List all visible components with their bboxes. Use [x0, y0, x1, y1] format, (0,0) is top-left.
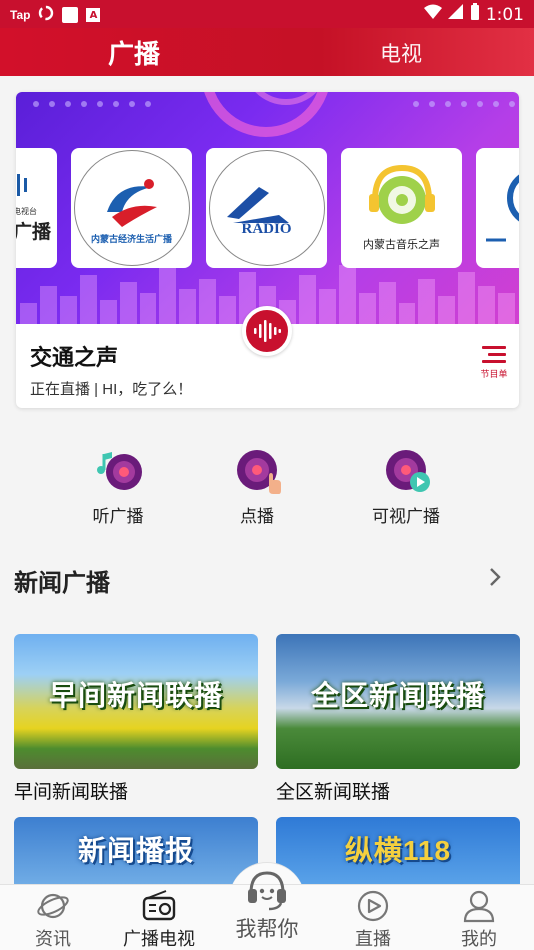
- play-circle-icon: [356, 889, 390, 923]
- nav-item-me[interactable]: 我的: [434, 885, 524, 950]
- quick-action-label: 听广播: [92, 507, 144, 526]
- program-card-region-news[interactable]: 全区新闻联播 全区新闻联播: [276, 634, 520, 804]
- station-logo-mark: [16, 174, 27, 196]
- nav-label: 资讯: [35, 929, 71, 949]
- top-tab-bar: 广播 电视: [0, 28, 534, 76]
- program-thumbnail: 早间新闻联播: [14, 634, 258, 769]
- nav-label: 我的: [461, 929, 497, 949]
- schedule-list-icon: [482, 346, 506, 363]
- section-title-news-radio: 新闻广播: [14, 570, 110, 597]
- nav-label: 广播电视: [123, 929, 195, 949]
- disc-play-icon: [384, 448, 430, 492]
- station-card-radio[interactable]: RADIO: [206, 148, 327, 268]
- program-title: 全区新闻联播: [276, 782, 391, 803]
- chevron-right-icon[interactable]: [488, 566, 502, 594]
- notification-badge-icon: A: [86, 8, 101, 22]
- program-thumbnail-title: 早间新闻联播: [48, 680, 223, 711]
- partial-card-line2: 广播: [16, 221, 51, 243]
- tab-radio[interactable]: 广播: [108, 34, 160, 71]
- music-station-logo: [368, 164, 435, 224]
- station-card-partial-right[interactable]: [476, 148, 519, 268]
- clock-time: 1:01: [485, 4, 524, 25]
- schedule-button[interactable]: 节目单: [478, 346, 510, 380]
- nav-item-live[interactable]: 直播: [328, 885, 418, 950]
- partial-card-line1: 电视台: [16, 207, 37, 216]
- nav-item-radio-tv[interactable]: 广播电视: [114, 885, 204, 950]
- program-thumbnail-title: 全区新闻联播: [310, 680, 485, 711]
- headset-icon: [245, 867, 289, 911]
- program-thumbnail: 全区新闻联播: [276, 634, 520, 769]
- signal-icon: [447, 4, 464, 25]
- program-card-morning-news[interactable]: 早间新闻联播 早间新闻联播: [14, 634, 258, 804]
- quick-action-label: 可视广播: [372, 507, 440, 526]
- schedule-label: 节目单: [480, 370, 508, 380]
- quick-action-on-demand[interactable]: 点播: [207, 448, 307, 527]
- nav-item-news[interactable]: 资讯: [8, 885, 98, 950]
- station-card-caption-radio: RADIO: [241, 220, 292, 237]
- status-bar: Tap A 1:01: [0, 0, 534, 28]
- nav-label: 我帮你: [235, 918, 299, 941]
- planet-icon: [36, 889, 70, 923]
- audio-wave-icon: [254, 320, 281, 342]
- station-card-partial-left[interactable]: 电视台 广播: [16, 148, 57, 268]
- program-thumbnail-title: 纵横118: [344, 835, 452, 866]
- nav-label: 直播: [355, 929, 391, 949]
- station-card-music[interactable]: 内蒙古音乐之声: [341, 148, 462, 268]
- economy-station-logo: [106, 178, 157, 227]
- disc-tap-icon: [235, 448, 281, 494]
- quick-action-visual-radio[interactable]: 可视广播: [356, 448, 456, 527]
- music-note-disc-icon: [96, 448, 142, 492]
- banner-background: 电视台 广播 内蒙古经济生活广播 RADIO 内蒙古音乐之声: [16, 92, 519, 324]
- now-playing-text: 正在直播 | HI，吃了么！: [30, 381, 193, 398]
- sync-icon: [38, 5, 54, 25]
- current-station-name: 交通之声: [30, 345, 119, 370]
- nav-item-help[interactable]: 我帮你: [222, 863, 312, 943]
- station-card-caption: 内蒙古经济生活广播: [90, 234, 172, 245]
- notification-square-icon: [62, 7, 79, 23]
- station-card-economy[interactable]: 内蒙古经济生活广播: [71, 148, 192, 268]
- tab-tv[interactable]: 电视: [380, 38, 422, 68]
- quick-action-listen-radio[interactable]: 听广播: [68, 448, 168, 527]
- station-logo-partial: [486, 174, 519, 242]
- program-title: 早间新闻联播: [14, 782, 129, 803]
- wifi-icon: [423, 4, 442, 25]
- live-audio-button[interactable]: [242, 306, 292, 356]
- tap-app-label: Tap: [10, 8, 31, 22]
- quick-action-label: 点播: [240, 507, 274, 526]
- now-playing-banner[interactable]: 电视台 广播 内蒙古经济生活广播 RADIO 内蒙古音乐之声 交通之声 正在直播…: [16, 92, 519, 408]
- station-card-caption-music: 内蒙古音乐之声: [363, 238, 440, 251]
- bottom-nav: 资讯 广播电视 我帮你 直播 我的: [0, 871, 534, 950]
- battery-icon: [470, 3, 480, 26]
- user-icon: [462, 889, 496, 923]
- radio-icon: [142, 889, 176, 923]
